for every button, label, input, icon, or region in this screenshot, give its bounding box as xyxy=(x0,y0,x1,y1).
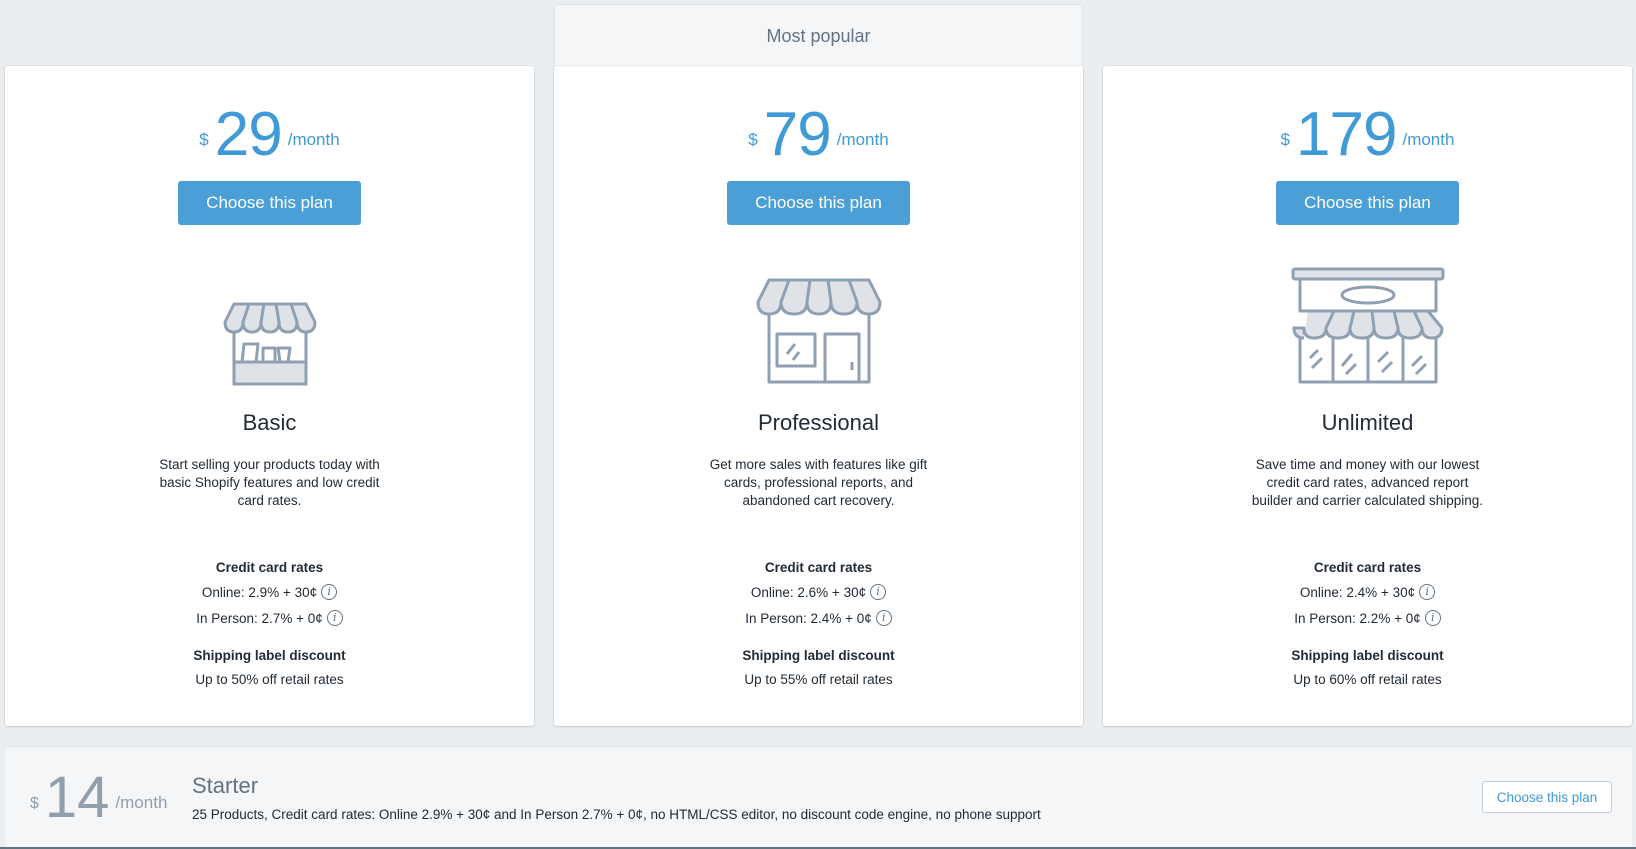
starter-plan-name: Starter xyxy=(192,773,259,798)
info-icon[interactable]: i xyxy=(321,584,338,600)
plan-description: Save time and money with our lowest cred… xyxy=(1251,457,1484,508)
online-rate: Online: 2.9% + 30¢ i xyxy=(5,584,534,600)
in-person-rate-text: In Person: 2.4% + 0¢ xyxy=(745,610,872,626)
price-currency: $ xyxy=(199,130,209,149)
choose-plan-button[interactable]: Choose this plan xyxy=(178,181,361,225)
plan-description: Get more sales with features like gift c… xyxy=(709,457,928,508)
price-period: /month xyxy=(287,130,340,149)
plan-price: $ 79 /month xyxy=(554,104,1083,174)
shipping-discount-value: Up to 55% off retail rates xyxy=(744,672,893,687)
info-icon[interactable]: i xyxy=(1424,610,1441,626)
plan-name: Unlimited xyxy=(1321,410,1414,435)
medium-store-icon xyxy=(756,278,881,384)
online-rate-text: Online: 2.9% + 30¢ xyxy=(201,584,318,600)
online-rate: Online: 2.6% + 30¢ i xyxy=(554,584,1083,600)
choose-starter-plan-button[interactable]: Choose this plan xyxy=(1482,781,1612,813)
in-person-rate: In Person: 2.7% + 0¢ i xyxy=(5,610,534,626)
credit-card-rates-heading: Credit card rates xyxy=(764,560,873,575)
price-amount: 14 xyxy=(44,765,110,830)
online-rate: Online: 2.4% + 30¢ i xyxy=(1103,584,1632,600)
info-icon[interactable]: i xyxy=(1419,584,1436,600)
credit-card-rates-heading: Credit card rates xyxy=(215,560,324,575)
shipping-discount-value: Up to 60% off retail rates xyxy=(1293,672,1442,687)
plan-name: Professional xyxy=(757,410,880,435)
online-rate-text: Online: 2.6% + 30¢ xyxy=(750,584,867,600)
price-currency: $ xyxy=(748,130,758,149)
online-rate-text: Online: 2.4% + 30¢ xyxy=(1299,584,1416,600)
price-currency: $ xyxy=(30,795,39,812)
plan-price: $ 29 /month xyxy=(5,104,534,174)
shipping-discount-heading: Shipping label discount xyxy=(1291,648,1444,663)
starter-plan-description: 25 Products, Credit card rates: Online 2… xyxy=(192,807,1041,822)
large-store-icon xyxy=(1291,267,1444,384)
price-period: /month xyxy=(1402,130,1455,149)
in-person-rate: In Person: 2.4% + 0¢ i xyxy=(554,610,1083,626)
price-amount: 179 xyxy=(1296,100,1397,169)
shipping-discount-value: Up to 50% off retail rates xyxy=(195,672,344,687)
plan-name: Basic xyxy=(242,410,297,435)
in-person-rate: In Person: 2.2% + 0¢ i xyxy=(1103,610,1632,626)
starter-price: $ 14 /month xyxy=(30,769,167,827)
info-icon[interactable]: i xyxy=(875,610,892,626)
shipping-discount-heading: Shipping label discount xyxy=(193,648,346,663)
icon-wrap xyxy=(5,256,534,386)
in-person-rate-text: In Person: 2.7% + 0¢ xyxy=(196,610,323,626)
plan-card-basic: $ 29 /month Choose this plan Basic Start… xyxy=(5,66,534,726)
price-period: /month xyxy=(115,793,168,812)
choose-plan-button[interactable]: Choose this plan xyxy=(727,181,910,225)
info-icon[interactable]: i xyxy=(326,610,343,626)
icon-wrap xyxy=(554,256,1083,386)
plan-price: $ 179 /month xyxy=(1103,104,1632,174)
icon-wrap xyxy=(1103,256,1632,386)
choose-plan-button[interactable]: Choose this plan xyxy=(1276,181,1459,225)
price-amount: 29 xyxy=(214,100,283,169)
in-person-rate-text: In Person: 2.2% + 0¢ xyxy=(1294,610,1421,626)
shipping-discount-heading: Shipping label discount xyxy=(742,648,895,663)
price-currency: $ xyxy=(1280,130,1291,149)
plan-card-professional: $ 79 /month Choose this plan Professiona… xyxy=(554,66,1083,726)
price-period: /month xyxy=(836,130,889,149)
price-amount: 79 xyxy=(763,100,832,169)
most-popular-banner: Most popular xyxy=(554,4,1083,66)
small-store-icon xyxy=(223,302,316,386)
plan-description: Start selling your products today with b… xyxy=(159,457,380,508)
credit-card-rates-heading: Credit card rates xyxy=(1313,560,1422,575)
starter-plan-bar: $ 14 /month Starter 25 Products, Credit … xyxy=(5,746,1632,849)
plan-card-unlimited: $ 179 /month Choose this plan Unlimited … xyxy=(1103,66,1632,726)
info-icon[interactable]: i xyxy=(870,584,887,600)
